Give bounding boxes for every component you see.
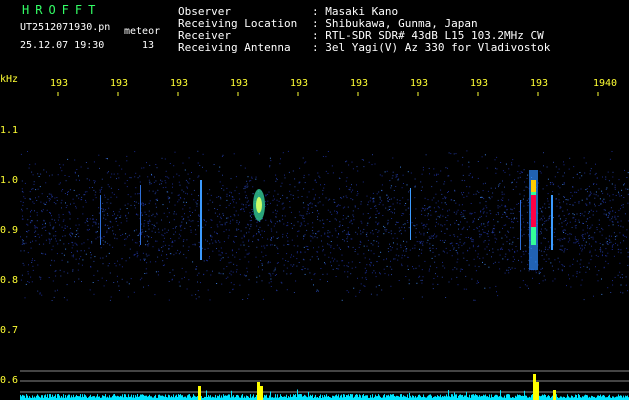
y-tick-label: 0.8 xyxy=(0,275,19,286)
signal-streak xyxy=(140,185,141,245)
x-tick-label: 193 xyxy=(49,78,69,89)
event-count: 13 xyxy=(142,40,155,51)
x-tick-label: 193 xyxy=(529,78,549,89)
signal-streak xyxy=(551,195,553,250)
x-tick-label: 1940 xyxy=(592,78,618,89)
y-tick-label: 0.9 xyxy=(0,225,19,236)
spectrogram-window: HROFFT UT2512071930.pn meteor 25.12.07 1… xyxy=(0,0,629,400)
info-value-antenna: : 3el Yagi(V) Az 330 for Vladivostok xyxy=(312,41,551,54)
x-tick-label: 193 xyxy=(229,78,249,89)
level-spike xyxy=(198,386,201,400)
y-axis-unit: kHz xyxy=(0,74,19,85)
meteor-streak-core xyxy=(531,195,536,227)
spectrogram-canvas xyxy=(20,92,629,400)
file-name: UT2512071930.pn xyxy=(20,22,111,33)
x-tick-label: 193 xyxy=(169,78,189,89)
x-tick-label: 193 xyxy=(349,78,369,89)
level-spike xyxy=(533,374,536,400)
level-spike xyxy=(257,382,260,400)
y-tick-label: 1.0 xyxy=(0,175,19,186)
signal-streak xyxy=(520,200,521,250)
signal-streak xyxy=(200,180,202,260)
level-spike xyxy=(260,386,263,400)
x-tick-label: 193 xyxy=(409,78,429,89)
date-time: 25.12.07 19:30 xyxy=(20,40,105,51)
meteor-streak-tip xyxy=(531,180,536,192)
app-title: HROFFT xyxy=(22,3,102,17)
detection-tag: meteor xyxy=(124,26,161,37)
y-tick-label: 0.7 xyxy=(0,325,19,336)
info-label-antenna: Receiving Antenna xyxy=(178,41,291,54)
signal-streak xyxy=(100,195,101,245)
x-tick-label: 193 xyxy=(109,78,129,89)
x-tick-label: 193 xyxy=(469,78,489,89)
meteor-echo-core xyxy=(256,197,262,213)
y-tick-label: 0.6 xyxy=(0,375,19,386)
level-spike xyxy=(553,390,556,400)
x-tick-label: 193 xyxy=(289,78,309,89)
level-spike xyxy=(536,382,539,400)
y-tick-label: 1.1 xyxy=(0,125,19,136)
signal-streak xyxy=(410,188,411,240)
